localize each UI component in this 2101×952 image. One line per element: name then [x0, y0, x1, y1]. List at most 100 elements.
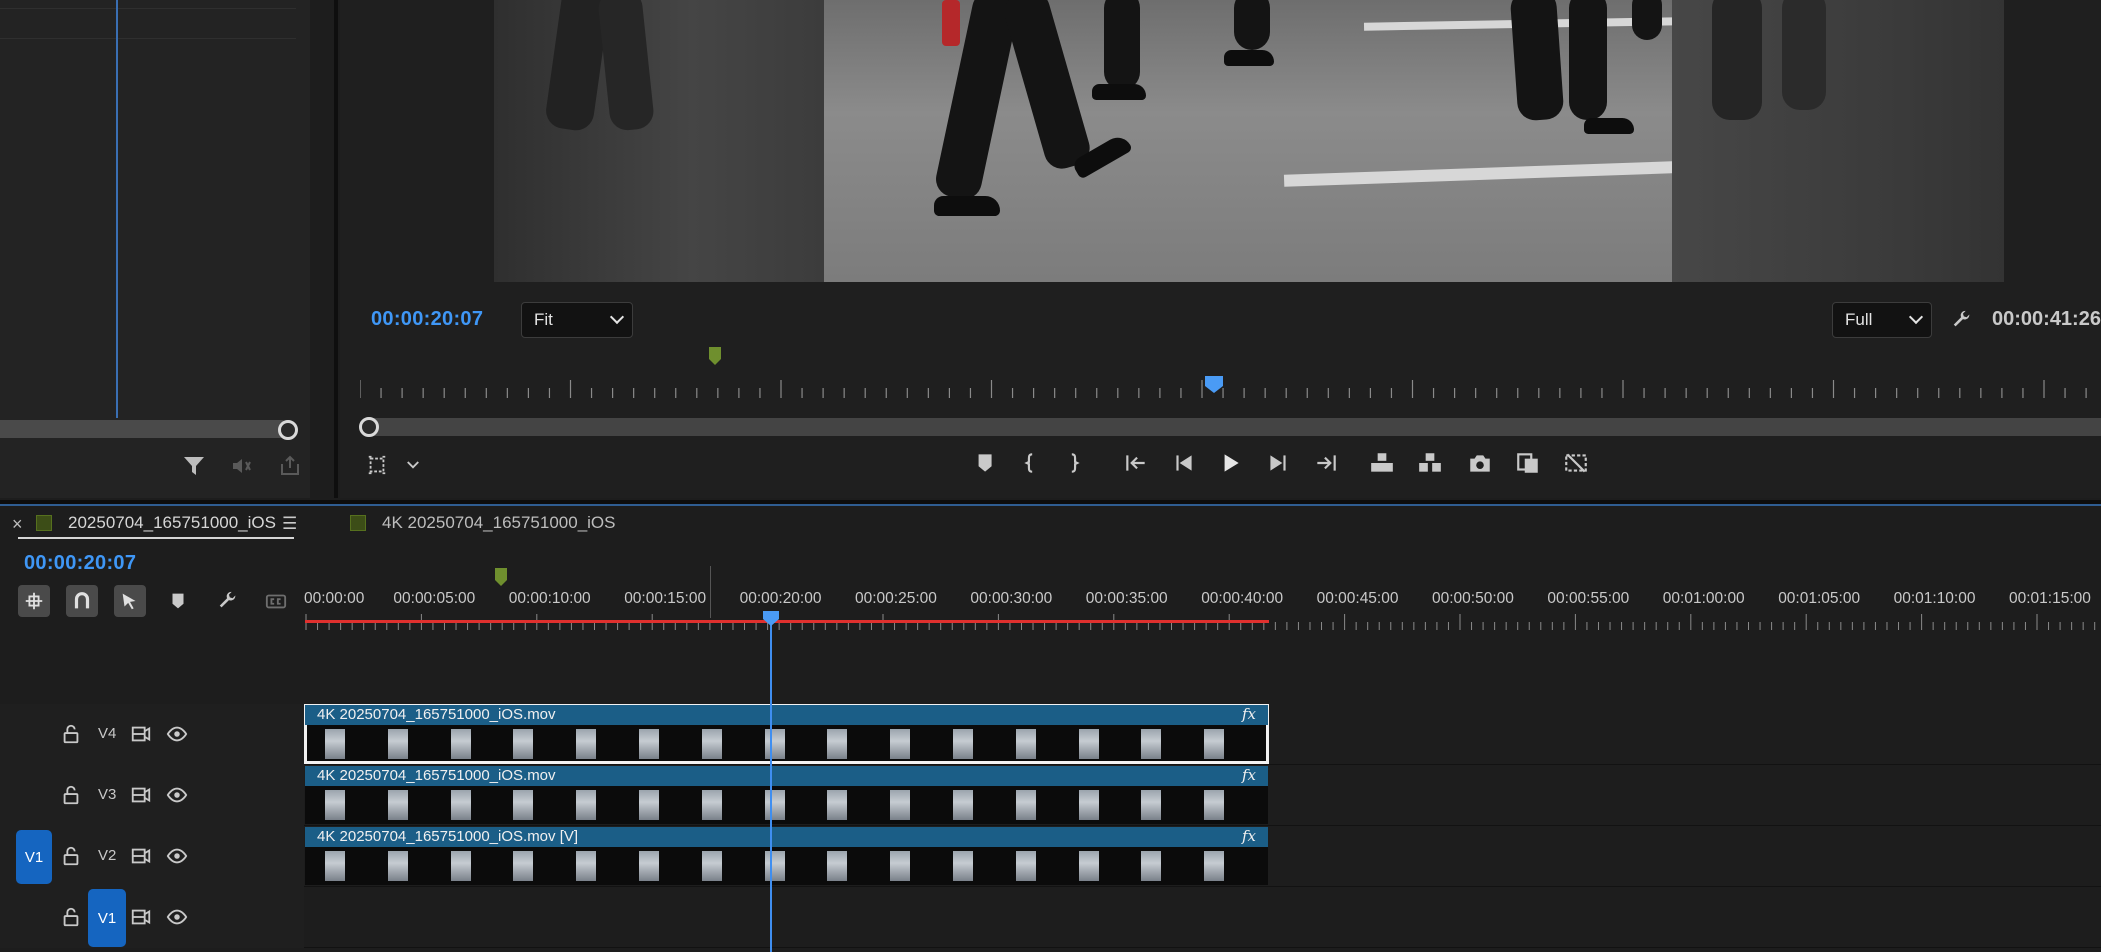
clip-thumbnail [1078, 790, 1099, 820]
panel-scroll-handle[interactable] [278, 420, 298, 440]
track-name[interactable]: V4 [98, 725, 116, 742]
fx-badge[interactable]: fx [1242, 705, 1256, 723]
fx-badge[interactable]: fx [1242, 827, 1256, 845]
clip-thumbnail [576, 790, 597, 820]
timeline-clip[interactable]: 4K 20250704_165751000_iOS.mov fx [304, 704, 1269, 764]
audio-icon[interactable] [228, 452, 256, 480]
clip-thumbnail [450, 790, 471, 820]
clip-thumbnail [639, 851, 659, 881]
timeline-playhead[interactable] [761, 609, 781, 632]
fx-badge[interactable]: fx [1242, 766, 1256, 784]
clip-thumbnail [513, 729, 534, 759]
add-marker-button[interactable] [966, 445, 1002, 481]
wrench-icon[interactable] [212, 585, 244, 617]
go-to-in-button[interactable] [1118, 445, 1154, 481]
timeline-timecode[interactable]: 00:00:20:07 [24, 552, 136, 575]
video-background-blur [1672, 0, 2004, 282]
insert-overwrite-icon[interactable] [18, 585, 50, 617]
clip-thumbnail [1141, 790, 1162, 820]
zoom-dropdown[interactable]: Fit [521, 302, 633, 338]
lock-icon[interactable] [60, 845, 82, 867]
eye-icon[interactable] [166, 845, 188, 867]
resolution-value: Full [1845, 310, 1873, 329]
comparison-view-button[interactable] [1510, 445, 1546, 481]
captions-icon[interactable] [260, 585, 292, 617]
monitor-time-ruler[interactable] [360, 376, 2101, 400]
lock-icon[interactable] [60, 723, 82, 745]
lock-icon[interactable] [60, 784, 82, 806]
tab-sequence[interactable]: 20250704_165751000_iOS [68, 513, 276, 533]
clip-thumbnail [1015, 790, 1036, 820]
monitor-scroll-handle[interactable] [359, 417, 379, 437]
linked-selection-icon[interactable] [114, 585, 146, 617]
resolution-dropdown[interactable]: Full [1832, 302, 1932, 338]
mark-out-button[interactable] [1056, 445, 1092, 481]
monitor-marker[interactable] [708, 346, 722, 371]
clip-thumbnail [1204, 851, 1225, 881]
export-frame-button[interactable] [1462, 445, 1498, 481]
snap-icon[interactable] [66, 585, 98, 617]
tab-sequence-4k[interactable]: 4K 20250704_165751000_iOS [382, 513, 616, 533]
monitor-timecode[interactable]: 00:00:20:07 [371, 308, 483, 331]
wrench-icon[interactable] [1948, 306, 1976, 334]
mark-out-icon [1071, 453, 1080, 473]
sync-lock-icon[interactable] [130, 723, 152, 745]
sync-lock-icon[interactable] [130, 784, 152, 806]
ruler-tick-label: 00:00:25:00 [855, 590, 937, 607]
mark-in-button[interactable] [1012, 445, 1048, 481]
timeline-playhead-line[interactable] [770, 620, 772, 952]
project-panel [0, 0, 310, 498]
sync-lock-icon[interactable] [130, 906, 152, 928]
track-name[interactable]: V3 [98, 786, 116, 803]
clip-thumbnail [450, 729, 471, 759]
tab-menu-icon[interactable]: ☰ [282, 514, 297, 534]
safe-margins-icon[interactable] [362, 450, 392, 480]
monitor-zoom-scrollbar[interactable] [360, 418, 2101, 436]
track-name[interactable]: V2 [98, 847, 116, 864]
play-button[interactable] [1212, 445, 1248, 481]
clip-thumbnail [890, 851, 911, 881]
eye-icon[interactable] [166, 784, 188, 806]
extract-icon [1419, 453, 1441, 472]
eye-icon[interactable] [166, 723, 188, 745]
timeline-marker[interactable] [494, 567, 508, 592]
chevron-down-icon[interactable] [400, 450, 426, 480]
video-background-blur [494, 0, 824, 282]
lift-icon [1371, 453, 1393, 472]
step-back-button[interactable] [1166, 445, 1202, 481]
clip-thumbnail [827, 790, 848, 820]
proxy-icon [1565, 453, 1587, 473]
ruler-tick-label: 00:01:10:00 [1893, 590, 1976, 607]
track-header: V3 [0, 765, 304, 826]
clip-thumbnail [1015, 729, 1036, 759]
lift-button[interactable] [1364, 445, 1400, 481]
panel-divider[interactable] [334, 0, 338, 498]
panel-divider-line [0, 8, 296, 9]
render-status-bar [305, 620, 1269, 623]
export-icon[interactable] [276, 452, 304, 480]
lock-icon[interactable] [60, 906, 82, 928]
extract-button[interactable] [1412, 445, 1448, 481]
proxy-toggle-button[interactable] [1558, 445, 1594, 481]
track-row-v3: V3 4K 20250704_165751000_iOS.mov fx [0, 765, 2101, 826]
close-tab-icon[interactable]: × [12, 514, 23, 535]
ruler-tick-label: 00:00:30:00 [970, 590, 1053, 607]
eye-icon[interactable] [166, 906, 188, 928]
monitor-playhead[interactable] [1203, 374, 1225, 399]
video-preview[interactable] [494, 0, 2004, 282]
clip-thumbnail [827, 729, 848, 759]
clip-thumbnail [576, 851, 597, 881]
step-forward-button[interactable] [1260, 445, 1296, 481]
add-marker-icon[interactable] [162, 585, 194, 617]
panel-scrollbar[interactable] [0, 420, 290, 438]
source-patch-v1[interactable]: V1 [16, 830, 52, 884]
ruler-tick-label: 00:00:40:00 [1201, 590, 1284, 607]
filter-icon[interactable] [180, 452, 208, 480]
track-target-v1[interactable]: V1 [88, 889, 126, 947]
clip-thumbnail [387, 851, 408, 881]
timeline-clip[interactable]: 4K 20250704_165751000_iOS.mov [V] fx [305, 827, 1268, 885]
timeline-clip[interactable]: 4K 20250704_165751000_iOS.mov fx [305, 766, 1268, 824]
mark-in-icon [1024, 453, 1033, 473]
go-to-out-button[interactable] [1308, 445, 1344, 481]
sync-lock-icon[interactable] [130, 845, 152, 867]
